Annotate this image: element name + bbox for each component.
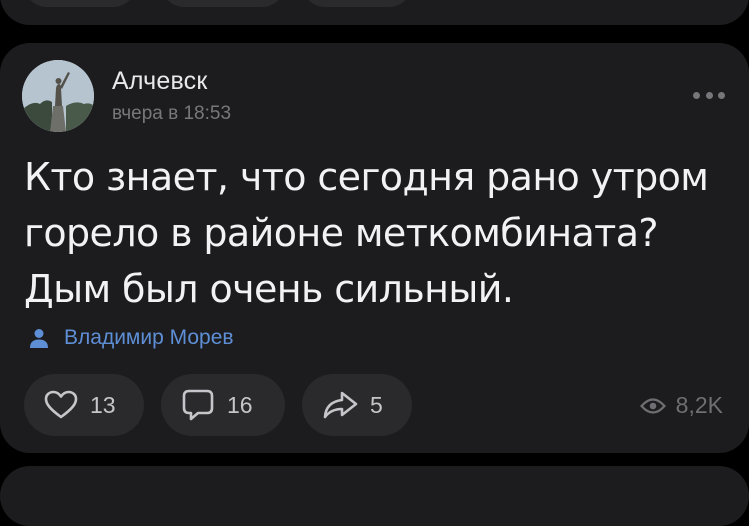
share-arrow-icon [323, 391, 358, 419]
previous-comment-button[interactable] [161, 0, 285, 7]
comment-bubble-icon [182, 389, 214, 421]
previous-post-card [0, 0, 749, 25]
comment-count: 16 [227, 391, 253, 418]
community-name[interactable]: Алчевск [112, 67, 207, 96]
next-post-card [0, 466, 749, 526]
previous-like-button[interactable] [24, 0, 136, 7]
heart-icon [44, 390, 78, 419]
post-text-line: Кто знает, что сегодня рано утром [24, 155, 709, 199]
like-button[interactable]: 13 [24, 374, 144, 436]
post-author[interactable]: Владимир Морев [28, 326, 234, 350]
post-time: вчера в 18:53 [112, 103, 232, 124]
share-count: 5 [370, 391, 383, 418]
views-counter: 8,2K [639, 392, 723, 419]
post-text: Кто знает, что сегодня рано утром горело… [24, 149, 724, 317]
previous-share-button[interactable] [302, 0, 412, 7]
person-icon [30, 329, 48, 348]
author-name: Владимир Морев [64, 326, 234, 349]
post-card: Алчевск вчера в 18:53 Кто знает, что сег… [0, 43, 749, 453]
post-text-line: Дым был очень сильный. [24, 267, 514, 311]
more-dots-icon[interactable] [691, 83, 727, 107]
comment-button[interactable]: 16 [161, 374, 285, 436]
post-text-line: горело в районе меткомбината? [24, 211, 659, 255]
community-avatar[interactable] [22, 60, 94, 132]
eye-icon [639, 397, 666, 414]
monument-photo [22, 60, 94, 132]
views-count: 8,2K [675, 392, 723, 418]
like-count: 13 [90, 391, 116, 418]
share-button[interactable]: 5 [302, 374, 412, 436]
